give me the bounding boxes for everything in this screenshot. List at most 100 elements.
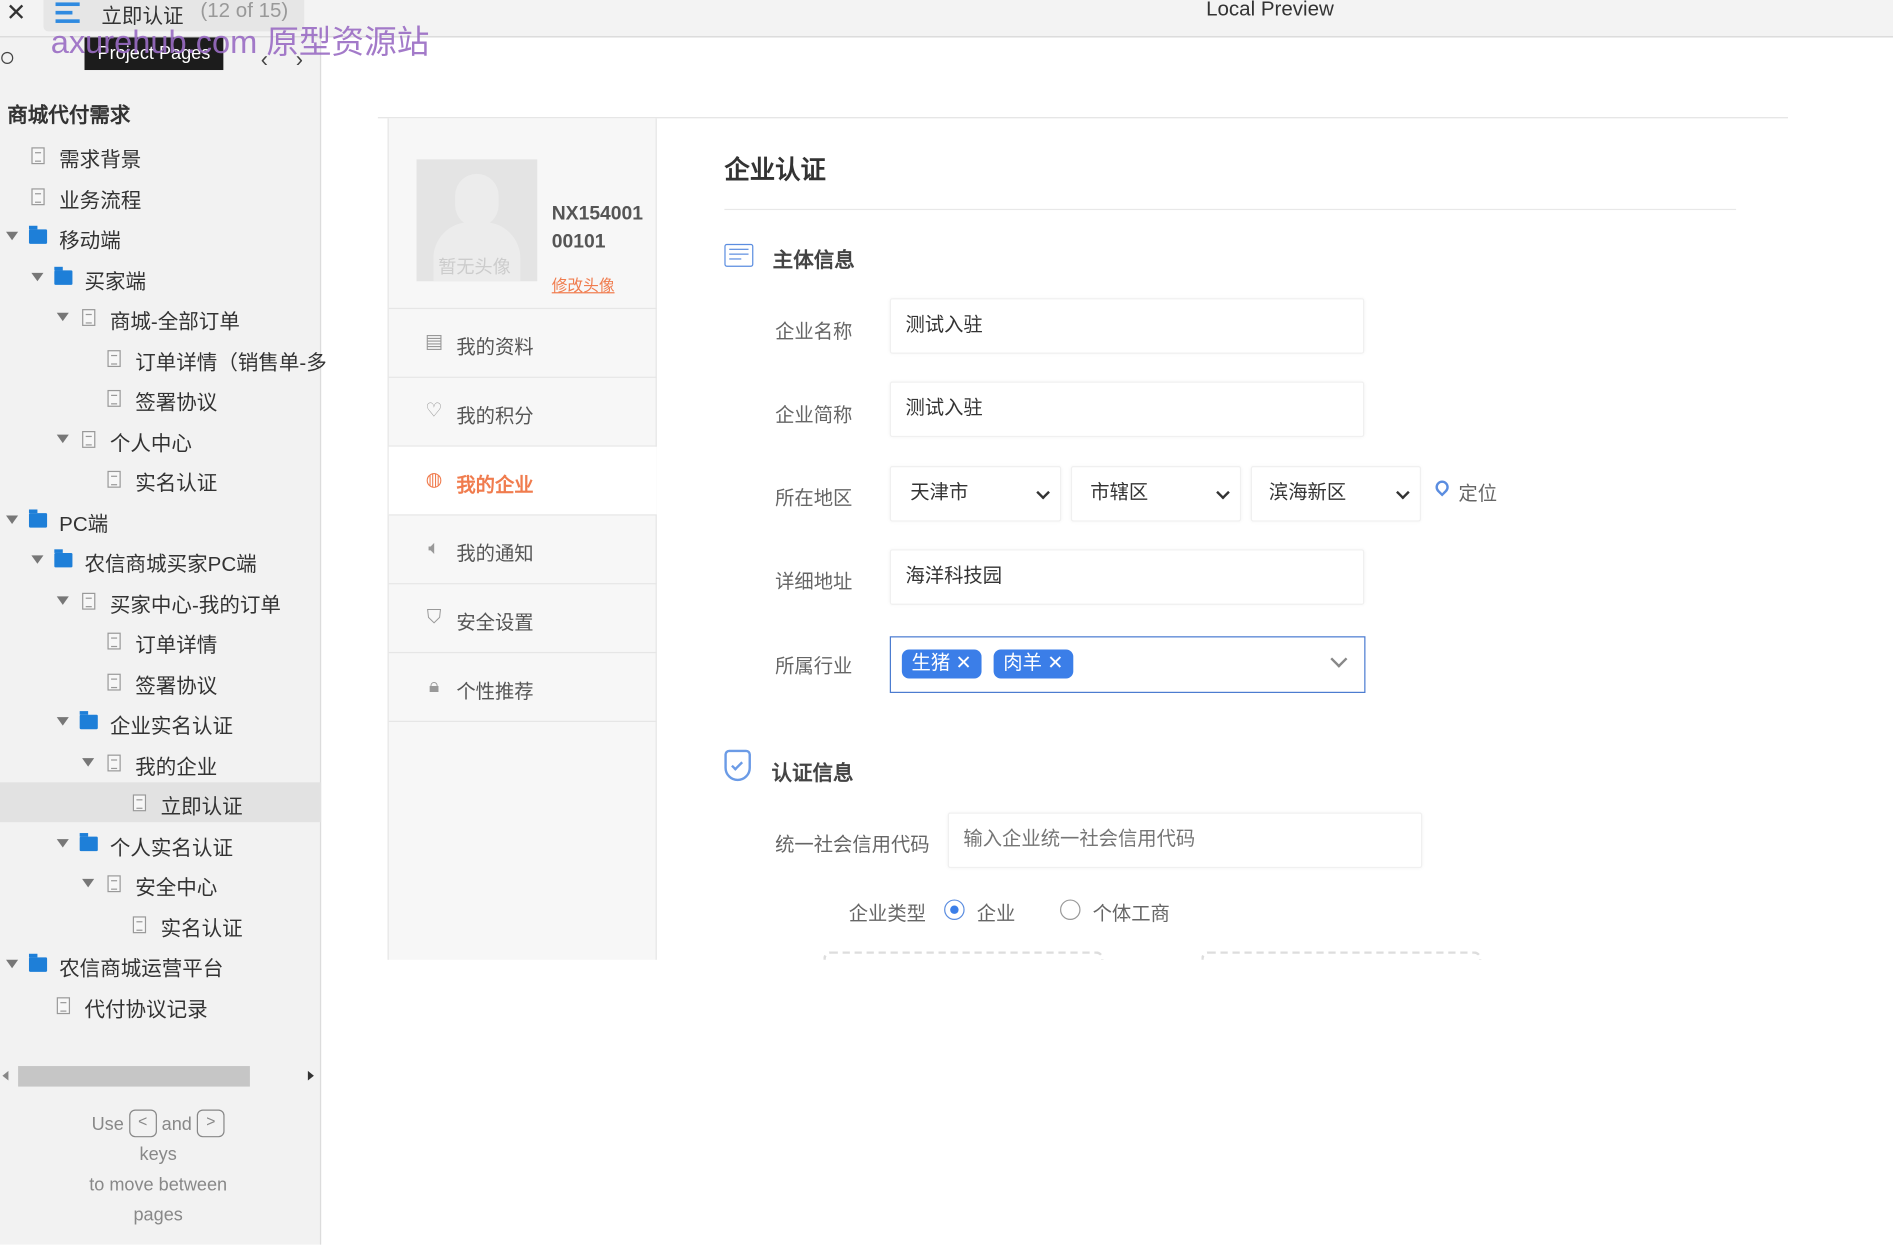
building-icon: ◍ [425, 469, 443, 491]
expand-arrow-icon[interactable] [56, 434, 69, 443]
avatar-placeholder-text: 暂无头像 [438, 257, 511, 278]
tree-item[interactable]: 买家中心-我的订单 [0, 580, 321, 620]
tree-item[interactable]: 商城-全部订单 [0, 297, 321, 337]
company-type-label: 企业类型 [848, 904, 927, 925]
page-icon [107, 470, 121, 488]
radio-individual[interactable] [1060, 899, 1081, 920]
tree-item[interactable]: 订单详情 [0, 621, 321, 661]
menu-item[interactable]: ♡ 我的积分 [388, 378, 657, 447]
page-icon [107, 753, 121, 771]
menu-item[interactable]: ⛉ 安全设置 [388, 584, 657, 654]
expand-arrow-icon[interactable] [56, 312, 69, 322]
district-select[interactable]: 滨海新区 [1250, 466, 1421, 522]
expand-arrow-icon[interactable] [31, 555, 44, 564]
radio-enterprise[interactable] [944, 899, 965, 920]
scroll-left-icon[interactable] [2, 1070, 9, 1081]
menu-item-label: 我的企业 [456, 475, 534, 497]
expand-arrow-icon[interactable] [6, 514, 19, 524]
menu-item[interactable]: ◍ 我的企业 [388, 446, 657, 516]
expand-arrow-icon[interactable] [56, 717, 69, 726]
industry-multiselect[interactable]: 生猪 ✕ 肉羊 ✕ [889, 636, 1366, 693]
remove-tag-icon[interactable]: ✕ [956, 653, 972, 674]
expand-arrow-icon[interactable] [82, 878, 95, 888]
city-select[interactable]: 市辖区 [1070, 466, 1242, 522]
tree-item[interactable]: 签署协议 [0, 661, 321, 701]
close-icon[interactable]: ✕ [6, 0, 26, 28]
tree-item[interactable]: 农信商城买家PC端 [0, 540, 321, 580]
address-label: 详细地址 [775, 572, 853, 593]
tree-item[interactable]: 需求背景 [0, 135, 321, 175]
page-icon [82, 309, 96, 326]
tree-item[interactable]: 立即认证 [0, 782, 322, 823]
tree-item[interactable]: 个人实名认证 [0, 823, 321, 863]
province-select[interactable]: 天津市 [889, 466, 1062, 522]
chevron-down-icon[interactable] [1330, 650, 1348, 668]
tree-item[interactable]: 农信商城运营平台 [0, 944, 321, 984]
company-short-input[interactable]: 测试入驻 [889, 381, 1365, 438]
tree-item-label: 订单详情（销售单-多 [135, 350, 327, 374]
tree-item-label: 个人实名认证 [109, 836, 234, 859]
folder-icon [79, 832, 98, 851]
menu-item[interactable]: ▤ 我的资料 [388, 309, 657, 378]
tree-item[interactable]: 业务流程 [0, 176, 321, 216]
tree-item-label: 签署协议 [135, 674, 218, 698]
next-key-icon: > [196, 1109, 225, 1138]
industry-tag: 生猪 ✕ [901, 649, 982, 679]
tree-item-label: 立即认证 [160, 795, 243, 819]
address-input[interactable]: 海洋科技园 [889, 549, 1365, 605]
tree-item[interactable]: 我的企业 [0, 742, 321, 782]
document-icon: ▤ [424, 332, 444, 353]
page-content: 暂无头像 NX154001 00101 修改头像 ▤ 我的资料 ♡ 我的积分 ◍ 我的企业… [322, 37, 1893, 960]
section-title-basic: 主体信息 [772, 248, 855, 272]
divider [724, 208, 1737, 211]
tree-item[interactable]: 订单详情（销售单-多 [0, 337, 327, 377]
user-menu-panel: 暂无头像 NX154001 00101 修改头像 ▤ 我的资料 ♡ 我的积分 ◍ 我的企业… [387, 118, 657, 960]
tree-item-label: 农信商城买家PC端 [84, 552, 257, 576]
tree-item[interactable]: 代付协议记录 [0, 985, 321, 1025]
lock-icon: 🔒︎ [428, 676, 440, 697]
tree-item[interactable]: 安全中心 [0, 863, 321, 903]
tree-item[interactable]: 实名认证 [0, 904, 321, 944]
tree-item[interactable]: 买家端 [0, 257, 321, 297]
horizontal-scrollbar[interactable] [0, 1066, 321, 1087]
credit-code-input[interactable] [947, 812, 1423, 869]
location-pin-icon[interactable] [1432, 477, 1452, 497]
tree-item[interactable]: 实名认证 [0, 459, 321, 499]
expand-arrow-icon[interactable] [56, 595, 69, 605]
tree-item[interactable]: 签署协议 [0, 378, 321, 418]
expand-arrow-icon[interactable] [82, 757, 95, 767]
hint-text: keys [139, 1144, 177, 1166]
sidebar: Project Pages ‹ › 商城代付需求 需求背景 业务流程 移动端 买家端商… [0, 37, 327, 1245]
tree-item-label: 我的企业 [135, 755, 218, 779]
shield-check-icon [724, 749, 751, 782]
user-id-line: 00101 [551, 231, 606, 253]
expand-arrow-icon[interactable] [6, 959, 19, 969]
search-icon[interactable] [1, 51, 14, 64]
shield-icon: ⛉ [426, 607, 442, 628]
tree-item[interactable]: 个人中心 [0, 418, 321, 458]
upload-box[interactable] [1201, 951, 1482, 960]
industry-tag: 肉羊 ✕ [993, 649, 1074, 679]
avatar[interactable]: 暂无头像 [416, 159, 538, 282]
locate-button[interactable]: 定位 [1458, 477, 1497, 506]
expand-arrow-icon[interactable] [56, 838, 69, 847]
tree-item-label: 实名认证 [135, 472, 218, 495]
tree-item-label: 个人中心 [109, 431, 192, 455]
menu-item[interactable]: 🔈︎ 我的通知 [388, 516, 657, 585]
tree-item[interactable]: 移动端 [0, 216, 321, 256]
expand-arrow-icon[interactable] [6, 231, 19, 241]
remove-tag-icon[interactable]: ✕ [1047, 653, 1063, 674]
hint-text: Use [91, 1114, 124, 1135]
expand-arrow-icon[interactable] [31, 272, 44, 281]
scroll-right-icon[interactable] [307, 1070, 314, 1081]
change-avatar-link[interactable]: 修改头像 [552, 273, 615, 296]
tree-item[interactable]: 企业实名认证 [0, 701, 321, 741]
page-icon [132, 794, 147, 812]
company-name-label: 企业名称 [775, 322, 853, 343]
scroll-thumb[interactable] [18, 1066, 250, 1087]
tree-item[interactable]: PC端 [0, 499, 321, 539]
menu-item[interactable]: 🔒︎ 个性推荐 [388, 653, 657, 722]
tree-item-label: 移动端 [59, 229, 121, 253]
company-name-input[interactable]: 测试入驻 [889, 298, 1365, 354]
upload-box[interactable] [823, 951, 1104, 960]
